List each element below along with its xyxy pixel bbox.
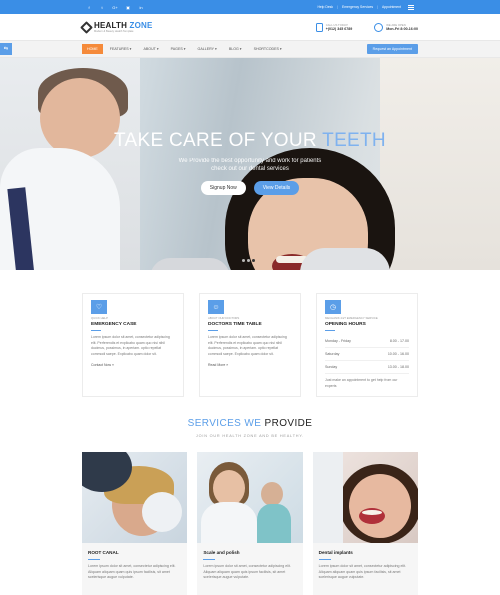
contact-now-link[interactable]: Contact Now » [91,363,175,367]
card-title: OPENING HOURS [325,322,366,327]
slider-dots [242,259,255,262]
opening-hours: WE ARE OPEN Mon-Fri 8:00-16:00 [374,22,418,32]
services-subtitle: JOIN OUR HEALTH ZONE AND BE HEALTHY. [195,434,305,438]
request-appointment-button[interactable]: Request an Appointment [366,44,418,54]
nav-features[interactable]: FEATURES ▾ [105,44,137,54]
appointment-link[interactable]: Appointment [382,5,401,9]
hamburger-menu-icon[interactable] [408,4,414,10]
hours-row: Sunday 13.00 - 18.00 [325,361,409,374]
top-bar: f t G+ ▣ in Help Desk | Emergency Servic… [0,0,500,14]
nav-about[interactable]: ABOUT ▾ [139,44,164,54]
header-contact: CALL US TODAY! +(012) 345 6789 WE ARE OP… [315,22,418,32]
card-title: EMERGENCY CASE [91,322,137,327]
nav-menu: HOME FEATURES ▾ ABOUT ▾ PAGES ▾ GALLERY … [82,44,287,54]
card-title: DOCTORS TIME TABLE [208,322,262,327]
main-nav: ⇆ HOME FEATURES ▾ ABOUT ▾ PAGES ▾ GALLER… [0,40,500,58]
service-image [312,452,418,543]
divider: | [377,5,378,9]
divider: | [337,5,338,9]
emergency-services-link[interactable]: Emergency Services [342,5,373,9]
instagram-icon[interactable]: ▣ [125,5,131,10]
emergency-card: ♡ QUICK HELP EMERGENCY CASE Lorem ipsum … [82,293,184,397]
service-image [82,452,188,543]
slider-dot[interactable] [247,259,250,262]
social-links: f t G+ ▣ in [86,5,144,10]
hero-title: TAKE CARE OF YOUR TEETH [114,130,386,151]
nav-home[interactable]: HOME [82,44,103,54]
nav-pages[interactable]: PAGES ▾ [166,44,191,54]
settings-tab-icon[interactable]: ⇆ [0,43,12,55]
linkedin-icon[interactable]: in [138,5,144,10]
slider-dot[interactable] [242,259,245,262]
services-grid: ROOT CANAL Lorem ipsum dolor sit amet, c… [82,452,418,595]
service-image [197,452,303,543]
call-number: +(012) 345 6789 [325,27,353,31]
service-card[interactable]: Dental implants Lorem ipsum dolor sit am… [312,452,418,595]
doctor-icon: ☺ [208,300,224,314]
site-header: HEALTH ZONE Modern & Beauty Health Templ… [0,14,500,40]
logo-name: HEALTH ZONE [94,21,153,30]
call-us: CALL US TODAY! +(012) 345 6789 [315,22,353,32]
slider-dot[interactable] [252,259,255,262]
hours-row: Saturday 10.00 - 16.00 [325,348,409,361]
nav-blog[interactable]: BLOG ▾ [224,44,247,54]
facebook-icon[interactable]: f [86,5,92,10]
logo[interactable]: HEALTH ZONE Modern & Beauty Health Templ… [80,20,153,34]
service-card[interactable]: ROOT CANAL Lorem ipsum dolor sit amet, c… [82,452,188,595]
help-desk-link[interactable]: Help Desk [317,5,333,9]
twitter-icon[interactable]: t [99,5,105,10]
logo-cube-icon [80,20,93,34]
services-title: SERVICES WE PROVIDE [187,418,313,429]
clock-icon [374,22,384,32]
doctors-card: ☺ ABOUT OUR DOCTORS DOCTORS TIME TABLE L… [199,293,301,397]
info-cards: ♡ QUICK HELP EMERGENCY CASE Lorem ipsum … [82,293,418,397]
clock-icon: ◷ [325,300,341,314]
opening-hours-card: ◷ MECHANIK 24/7 EMERGENCY SERVICE OPENIN… [316,293,418,397]
phone-icon [315,22,323,32]
nav-shortcodes[interactable]: SHORTCODES ▾ [249,44,287,54]
read-more-link[interactable]: Read More » [208,363,292,367]
signup-button[interactable]: Signup Now [200,181,246,195]
hero-subtitle: We Provide the best opportunity and work… [178,158,322,172]
hours-row: Monday - Friday 8.00 - 17.00 [325,335,409,348]
hero-caption: TAKE CARE OF YOUR TEETH We Provide the b… [0,130,500,195]
service-card[interactable]: Scale and polish Lorem ipsum dolor sit a… [197,452,303,595]
google-plus-icon[interactable]: G+ [112,5,118,10]
top-links: Help Desk | Emergency Services | Appoint… [317,4,414,10]
open-hours: Mon-Fri 8:00-16:00 [386,27,418,31]
logo-tagline: Modern & Beauty Health Template [94,30,134,33]
view-details-button[interactable]: View Details [253,181,300,195]
heart-icon: ♡ [91,300,107,314]
nav-gallery[interactable]: GALLERY ▾ [193,44,222,54]
